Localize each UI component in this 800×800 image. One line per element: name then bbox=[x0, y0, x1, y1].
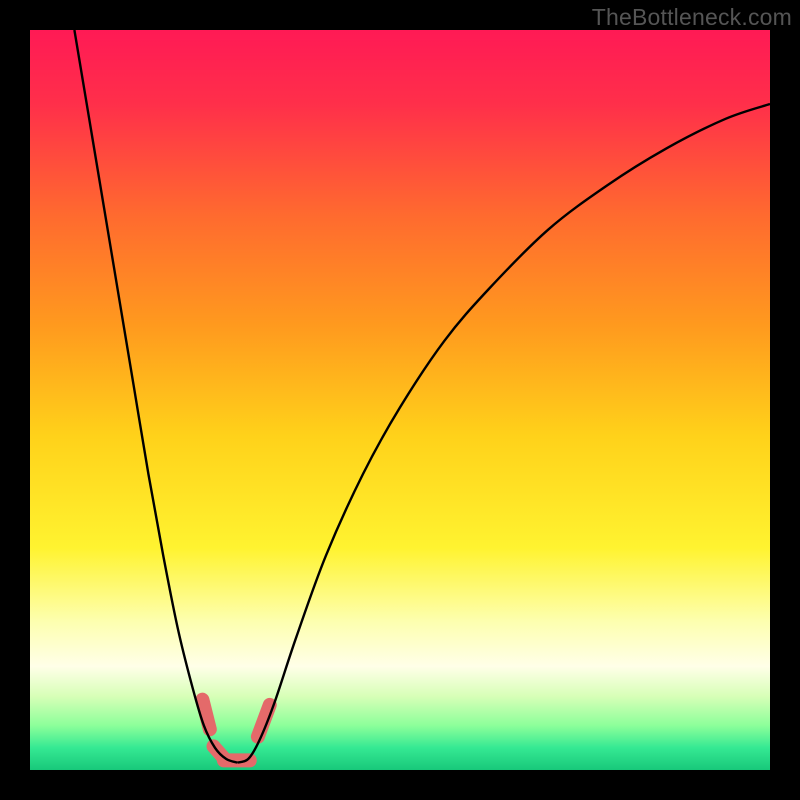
plot-area bbox=[30, 30, 770, 770]
watermark-text: TheBottleneck.com bbox=[592, 4, 792, 31]
chart-frame: TheBottleneck.com bbox=[0, 0, 800, 800]
plot-svg bbox=[30, 30, 770, 770]
gradient-background bbox=[30, 30, 770, 770]
